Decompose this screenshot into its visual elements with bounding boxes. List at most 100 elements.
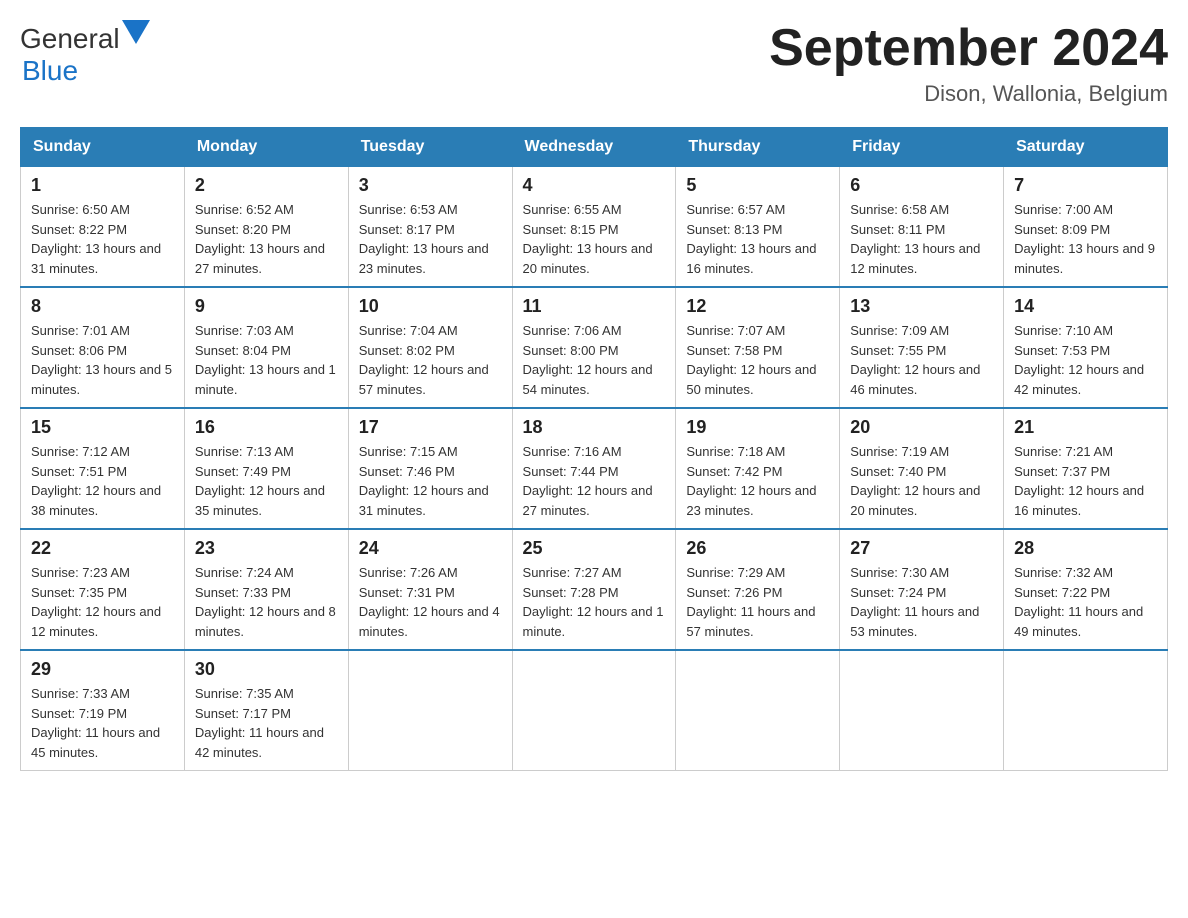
day-number: 26 [686, 538, 829, 559]
calendar-table: SundayMondayTuesdayWednesdayThursdayFrid… [20, 127, 1168, 771]
calendar-cell: 9 Sunrise: 7:03 AMSunset: 8:04 PMDaylight… [184, 287, 348, 408]
day-number: 23 [195, 538, 338, 559]
calendar-cell: 15Sunrise: 7:12 AMSunset: 7:51 PMDayligh… [21, 408, 185, 529]
day-info: Sunrise: 6:58 AMSunset: 8:11 PMDaylight:… [850, 200, 993, 278]
calendar-cell: 4Sunrise: 6:55 AMSunset: 8:15 PMDaylight… [512, 167, 676, 288]
calendar-cell [348, 650, 512, 771]
calendar-cell: 28 Sunrise: 7:32 AMSunset: 7:22 PMDayligh… [1004, 529, 1168, 650]
day-number: 30 [195, 659, 338, 680]
calendar-cell [1004, 650, 1168, 771]
day-info: Sunrise: 7:32 AMSunset: 7:22 PMDaylight:… [1014, 563, 1157, 641]
day-number: 18 [523, 417, 666, 438]
calendar-cell: 29 Sunrise: 7:33 AMSunset: 7:19 PMDayligh… [21, 650, 185, 771]
day-info: Sunrise: 7:21 AMSunset: 7:37 PMDaylight:… [1014, 442, 1157, 520]
day-number: 1 [31, 175, 174, 196]
day-number: 9 [195, 296, 338, 317]
calendar-cell: 1 Sunrise: 6:50 AMSunset: 8:22 PMDaylight… [21, 167, 185, 288]
day-info: Sunrise: 7:03 AMSunset: 8:04 PMDaylight:… [195, 321, 338, 399]
location-subtitle: Dison, Wallonia, Belgium [769, 81, 1168, 107]
day-info: Sunrise: 7:24 AMSunset: 7:33 PMDaylight:… [195, 563, 338, 641]
calendar-cell: 13 Sunrise: 7:09 AMSunset: 7:55 PMDayligh… [840, 287, 1004, 408]
day-number: 24 [359, 538, 502, 559]
day-info: Sunrise: 7:10 AMSunset: 7:53 PMDaylight:… [1014, 321, 1157, 399]
day-info: Sunrise: 6:50 AMSunset: 8:22 PMDaylight:… [31, 200, 174, 278]
calendar-cell: 18 Sunrise: 7:16 AMSunset: 7:44 PMDayligh… [512, 408, 676, 529]
day-info: Sunrise: 7:30 AMSunset: 7:24 PMDaylight:… [850, 563, 993, 641]
day-info: Sunrise: 7:23 AMSunset: 7:35 PMDaylight:… [31, 563, 174, 641]
month-title: September 2024 [769, 20, 1168, 77]
day-number: 27 [850, 538, 993, 559]
day-number: 11 [523, 296, 666, 317]
day-number: 12 [686, 296, 829, 317]
calendar-cell: 19 Sunrise: 7:18 AMSunset: 7:42 PMDayligh… [676, 408, 840, 529]
day-number: 15 [31, 417, 174, 438]
header-wednesday: Wednesday [512, 128, 676, 167]
day-number: 3 [359, 175, 502, 196]
calendar-cell [676, 650, 840, 771]
calendar-cell: 7 Sunrise: 7:00 AMSunset: 8:09 PMDaylight… [1004, 167, 1168, 288]
logo-blue-text: Blue [22, 55, 78, 87]
day-info: Sunrise: 6:53 AMSunset: 8:17 PMDaylight:… [359, 200, 502, 278]
calendar-cell: 5 Sunrise: 6:57 AMSunset: 8:13 PMDaylight… [676, 167, 840, 288]
logo: General Blue [20, 20, 150, 87]
day-number: 7 [1014, 175, 1157, 196]
day-number: 5 [686, 175, 829, 196]
calendar-cell: 10 Sunrise: 7:04 AMSunset: 8:02 PMDayligh… [348, 287, 512, 408]
calendar-cell: 26 Sunrise: 7:29 AMSunset: 7:26 PMDayligh… [676, 529, 840, 650]
day-info: Sunrise: 7:06 AMSunset: 8:00 PMDaylight:… [523, 321, 666, 399]
day-info: Sunrise: 7:19 AMSunset: 7:40 PMDaylight:… [850, 442, 993, 520]
day-number: 17 [359, 417, 502, 438]
day-number: 28 [1014, 538, 1157, 559]
day-number: 25 [523, 538, 666, 559]
day-info: Sunrise: 7:35 AMSunset: 7:17 PMDaylight:… [195, 684, 338, 762]
calendar-week-row: 15Sunrise: 7:12 AMSunset: 7:51 PMDayligh… [21, 408, 1168, 529]
day-number: 10 [359, 296, 502, 317]
day-number: 22 [31, 538, 174, 559]
day-info: Sunrise: 7:27 AMSunset: 7:28 PMDaylight:… [523, 563, 666, 641]
header-sunday: Sunday [21, 128, 185, 167]
day-number: 19 [686, 417, 829, 438]
day-info: Sunrise: 7:29 AMSunset: 7:26 PMDaylight:… [686, 563, 829, 641]
day-info: Sunrise: 6:55 AMSunset: 8:15 PMDaylight:… [523, 200, 666, 278]
calendar-cell: 27 Sunrise: 7:30 AMSunset: 7:24 PMDayligh… [840, 529, 1004, 650]
day-info: Sunrise: 7:18 AMSunset: 7:42 PMDaylight:… [686, 442, 829, 520]
calendar-cell: 21 Sunrise: 7:21 AMSunset: 7:37 PMDayligh… [1004, 408, 1168, 529]
day-info: Sunrise: 7:26 AMSunset: 7:31 PMDaylight:… [359, 563, 502, 641]
calendar-week-row: 8 Sunrise: 7:01 AMSunset: 8:06 PMDaylight… [21, 287, 1168, 408]
day-number: 14 [1014, 296, 1157, 317]
header-friday: Friday [840, 128, 1004, 167]
calendar-cell: 17Sunrise: 7:15 AMSunset: 7:46 PMDayligh… [348, 408, 512, 529]
day-info: Sunrise: 7:16 AMSunset: 7:44 PMDaylight:… [523, 442, 666, 520]
day-info: Sunrise: 6:52 AMSunset: 8:20 PMDaylight:… [195, 200, 338, 278]
calendar-cell: 20Sunrise: 7:19 AMSunset: 7:40 PMDayligh… [840, 408, 1004, 529]
day-info: Sunrise: 7:01 AMSunset: 8:06 PMDaylight:… [31, 321, 174, 399]
day-number: 6 [850, 175, 993, 196]
day-info: Sunrise: 7:00 AMSunset: 8:09 PMDaylight:… [1014, 200, 1157, 278]
day-number: 21 [1014, 417, 1157, 438]
day-number: 29 [31, 659, 174, 680]
day-info: Sunrise: 6:57 AMSunset: 8:13 PMDaylight:… [686, 200, 829, 278]
calendar-cell: 22 Sunrise: 7:23 AMSunset: 7:35 PMDayligh… [21, 529, 185, 650]
calendar-cell: 30 Sunrise: 7:35 AMSunset: 7:17 PMDayligh… [184, 650, 348, 771]
title-section: September 2024 Dison, Wallonia, Belgium [769, 20, 1168, 107]
calendar-week-row: 29 Sunrise: 7:33 AMSunset: 7:19 PMDayligh… [21, 650, 1168, 771]
calendar-cell: 3 Sunrise: 6:53 AMSunset: 8:17 PMDaylight… [348, 167, 512, 288]
day-number: 13 [850, 296, 993, 317]
header-saturday: Saturday [1004, 128, 1168, 167]
calendar-cell [512, 650, 676, 771]
day-info: Sunrise: 7:07 AMSunset: 7:58 PMDaylight:… [686, 321, 829, 399]
calendar-cell: 11 Sunrise: 7:06 AMSunset: 8:00 PMDayligh… [512, 287, 676, 408]
day-number: 8 [31, 296, 174, 317]
calendar-cell: 2 Sunrise: 6:52 AMSunset: 8:20 PMDaylight… [184, 167, 348, 288]
calendar-cell: 8 Sunrise: 7:01 AMSunset: 8:06 PMDaylight… [21, 287, 185, 408]
calendar-cell: 12 Sunrise: 7:07 AMSunset: 7:58 PMDayligh… [676, 287, 840, 408]
day-info: Sunrise: 7:33 AMSunset: 7:19 PMDaylight:… [31, 684, 174, 762]
logo-arrow-icon [122, 20, 150, 50]
day-info: Sunrise: 7:04 AMSunset: 8:02 PMDaylight:… [359, 321, 502, 399]
calendar-week-row: 22 Sunrise: 7:23 AMSunset: 7:35 PMDayligh… [21, 529, 1168, 650]
day-number: 16 [195, 417, 338, 438]
day-number: 2 [195, 175, 338, 196]
day-info: Sunrise: 7:09 AMSunset: 7:55 PMDaylight:… [850, 321, 993, 399]
calendar-cell: 16Sunrise: 7:13 AMSunset: 7:49 PMDayligh… [184, 408, 348, 529]
calendar-week-row: 1 Sunrise: 6:50 AMSunset: 8:22 PMDaylight… [21, 167, 1168, 288]
